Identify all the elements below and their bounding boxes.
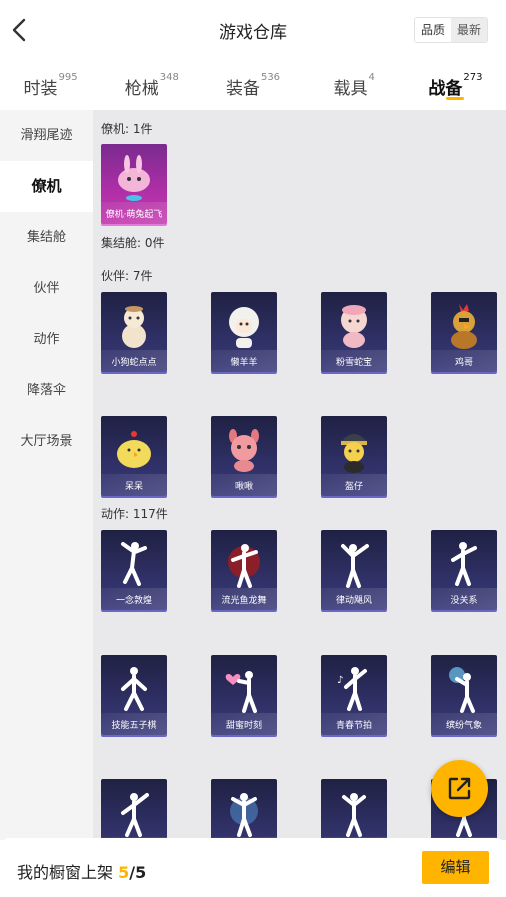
chick-icon — [117, 431, 151, 468]
svg-text:♪: ♪ — [337, 675, 343, 686]
helmet-duck-icon — [341, 434, 367, 473]
heart-dancer-icon — [225, 671, 257, 713]
tab-label: 战备 — [428, 79, 463, 99]
sort-latest-button[interactable]: 最新 — [451, 18, 487, 42]
item-label: 甜蜜时刻 — [225, 721, 262, 731]
dancer-silhouette-icon — [121, 542, 147, 586]
sort-toggle: 品质 最新 — [414, 17, 488, 43]
item-label: 技能五子棋 — [111, 721, 157, 731]
sidebar-item-parachute[interactable]: 降落伞 — [0, 365, 93, 416]
tab-battle-gear[interactable]: 战备273 — [405, 60, 506, 110]
item-card[interactable] — [101, 779, 167, 840]
item-label: 流光鱼龙舞 — [221, 596, 267, 606]
edit-button[interactable]: 编辑 — [422, 851, 489, 884]
tab-vehicles[interactable]: 载具4 — [304, 60, 405, 110]
item-label: 懒羊羊 — [230, 358, 258, 368]
item-label: 律动飓风 — [335, 596, 372, 606]
section-title-wingman: 僚机: 1件 — [101, 122, 153, 136]
item-card[interactable]: 鸡哥 — [431, 292, 497, 372]
item-label: 呆呆 — [124, 482, 143, 492]
tab-count: 348 — [159, 72, 179, 83]
dancer-silhouette-icon — [451, 542, 477, 586]
dancer-silhouette-icon — [342, 793, 366, 837]
item-card[interactable]: 流光鱼龙舞 — [211, 530, 277, 610]
item-card[interactable]: 缤纷气象 — [431, 655, 497, 735]
item-card[interactable]: 技能五子棋 — [101, 655, 167, 735]
item-card[interactable]: ♪ 青春节拍 — [321, 655, 387, 735]
item-grid-area: 僚机: 1件 僚机·萌兔起飞 集结舱: 0件 伙伴: 7件 小狗蛇点点 懒羊羊 … — [93, 110, 506, 840]
item-label: 盔仔 — [344, 482, 363, 492]
pink-creature-icon — [229, 429, 259, 472]
item-label: 啾啾 — [234, 482, 253, 492]
item-card[interactable]: 甜蜜时刻 — [211, 655, 277, 735]
header: 游戏仓库 品质 最新 — [0, 0, 506, 60]
item-label: 小狗蛇点点 — [111, 358, 157, 368]
item-card[interactable]: 啾啾 — [211, 416, 277, 496]
tab-count: 995 — [58, 72, 78, 83]
sidebar: 滑翔尾迹 僚机 集结舱 伙伴 动作 降落伞 大厅场景 — [0, 110, 93, 840]
sheep-icon — [229, 307, 259, 348]
item-card[interactable]: 懒羊羊 — [211, 292, 277, 372]
dancer-silhouette-icon — [341, 544, 369, 588]
item-label: 没关系 — [450, 596, 478, 606]
snake-dog-icon — [122, 306, 146, 348]
bunny-wingman-icon — [118, 155, 150, 201]
tab-outfit[interactable]: 时装995 — [0, 60, 101, 110]
section-title-partner: 伙伴: 7件 — [101, 269, 153, 283]
tab-label: 载具 — [333, 79, 368, 99]
item-card[interactable] — [211, 779, 277, 840]
tab-label: 枪械 — [124, 79, 159, 99]
sidebar-item-emote[interactable]: 动作 — [0, 314, 93, 365]
showcase-bar: 我的橱窗上架 5/5 编辑 — [0, 838, 506, 897]
section-title-emote: 动作: 117件 — [101, 507, 168, 521]
dancer-silhouette-icon — [121, 793, 149, 837]
tab-count: 273 — [463, 72, 483, 83]
section-title-capsule: 集结舱: 0件 — [101, 236, 165, 250]
showcase-current-count: 5 — [118, 863, 130, 882]
active-tab-indicator — [446, 97, 465, 100]
showcase-status: 我的橱窗上架 5/5 — [17, 859, 146, 883]
item-card[interactable]: 僚机·萌兔起飞 — [101, 144, 167, 224]
item-card[interactable]: 呆呆 — [101, 416, 167, 496]
tab-equipment[interactable]: 装备536 — [202, 60, 303, 110]
warehouse-screen: 游戏仓库 品质 最新 时装995 枪械348 装备536 载具4 战备273 滑… — [0, 0, 506, 897]
item-label: 青春节拍 — [335, 721, 372, 731]
sidebar-item-glide-trail[interactable]: 滑翔尾迹 — [0, 110, 93, 161]
item-label: 僚机·萌兔起飞 — [105, 210, 163, 220]
item-label: 粉雪蛇宝 — [335, 358, 372, 368]
sidebar-item-lobby-scene[interactable]: 大厅场景 — [0, 416, 93, 467]
category-tabs: 时装995 枪械348 装备536 载具4 战备273 — [0, 60, 506, 110]
weather-dancer-icon — [449, 667, 475, 713]
item-card[interactable]: 粉雪蛇宝 — [321, 292, 387, 372]
item-card[interactable] — [321, 779, 387, 840]
item-label: 鸡哥 — [454, 358, 473, 368]
tab-guns[interactable]: 枪械348 — [101, 60, 202, 110]
pink-snake-icon — [341, 305, 367, 348]
item-card[interactable]: 一念敦煌 — [101, 530, 167, 610]
external-share-icon — [448, 777, 471, 800]
music-dancer-icon: ♪ — [337, 667, 367, 711]
item-card[interactable]: 小狗蛇点点 — [101, 292, 167, 372]
item-card[interactable]: 律动飓风 — [321, 530, 387, 610]
dancer-silhouette-icon — [121, 667, 147, 711]
showcase-label: 我的橱窗上架 — [17, 863, 119, 882]
item-label: 缤纷气象 — [445, 721, 482, 731]
tab-label: 装备 — [225, 79, 260, 99]
tab-count: 4 — [368, 72, 375, 83]
item-label: 一念敦煌 — [115, 596, 152, 606]
tab-count: 536 — [260, 72, 281, 83]
sidebar-item-capsule[interactable]: 集结舱 — [0, 212, 93, 263]
sparkle-dancer-icon — [230, 793, 258, 837]
share-button[interactable] — [431, 760, 488, 817]
tab-label: 时装 — [23, 79, 58, 99]
item-card[interactable]: 盔仔 — [321, 416, 387, 496]
showcase-total-count: 5 — [135, 863, 147, 882]
sort-quality-button[interactable]: 品质 — [415, 18, 451, 42]
sidebar-item-partner[interactable]: 伙伴 — [0, 263, 93, 314]
item-card[interactable]: 没关系 — [431, 530, 497, 610]
dragon-dance-silhouette-icon — [228, 544, 260, 588]
rooster-icon — [451, 304, 477, 349]
sidebar-item-wingman[interactable]: 僚机 — [0, 161, 93, 212]
